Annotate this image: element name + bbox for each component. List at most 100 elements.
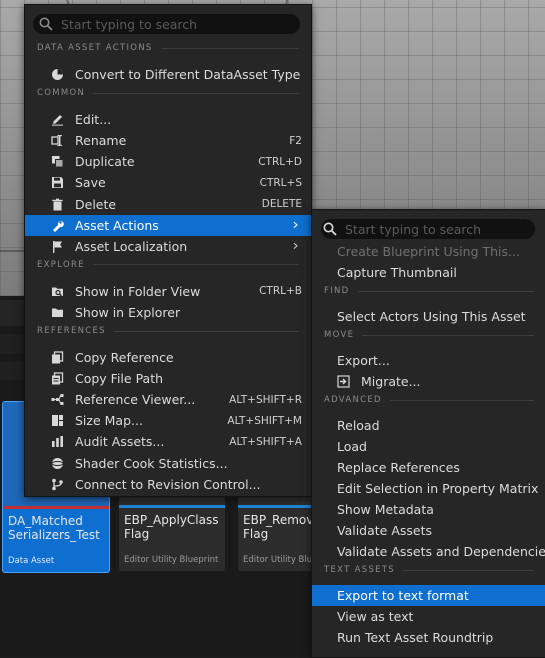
menu-item-label: Edit... [75,112,112,128]
menu-item-create-blueprint-using-this: Create Blueprint Using This... [312,241,545,262]
section-divider [92,264,299,266]
search-input[interactable] [345,221,525,237]
menu-item-label: Save [75,175,106,191]
context-menu-search[interactable] [33,14,300,34]
menu-item-label: Asset Actions [75,217,159,233]
section-header-label: REFERENCES [37,326,106,336]
menu-item-copy-file-path[interactable]: Copy File Path [25,368,311,389]
menu-item-label: Export to text format [337,588,469,603]
menu-item-duplicate[interactable]: Duplicate CTRL+D [25,151,311,172]
menu-item-label: Run Text Asset Roundtrip [337,630,494,645]
section-header: REFERENCES [25,324,311,338]
menu-item-show-in-folder-view[interactable]: Show in Folder View CTRL+B [25,281,311,302]
menu-item-replace-references[interactable]: Replace References [312,457,545,478]
section-divider [160,47,299,49]
menu-item-show-metadata[interactable]: Show Metadata [312,499,545,520]
menu-item-asset-actions[interactable]: Asset Actions [25,214,311,236]
menu-item-delete[interactable]: Delete DELETE [25,194,311,215]
menu-item-label: Reference Viewer... [75,392,196,408]
sphere-icon [51,457,64,469]
menu-item-show-in-explorer[interactable]: Show in Explorer [25,302,311,323]
copy-path-icon [52,372,64,385]
menu-item-connect-to-revision-control[interactable]: Connect to Revision Control... [25,474,311,495]
menu-item-label: Audit Assets... [75,434,165,450]
section-divider [362,334,534,336]
section-divider [403,569,534,571]
section-divider [389,399,534,401]
section-header-label: EXPLORE [37,259,85,270]
rename-icon [51,135,62,147]
menu-item-select-actors-using-this-asset[interactable]: Select Actors Using This Asset [312,306,545,327]
shortcut-label: CTRL+D [258,155,302,168]
menu-item-label: Export... [337,353,390,368]
section-header: FIND [312,284,545,298]
asset-type: Editor Utility Blueprint [124,555,219,565]
menu-item-label: View as text [337,609,414,624]
menu-item-reference-viewer[interactable]: Reference Viewer... ALT+SHIFT+R [25,389,311,410]
menu-item-label: Reload [337,418,380,433]
folder-icon [52,308,63,317]
section-header: MOVE [312,328,545,342]
shortcut-label: ALT+SHIFT+A [229,435,302,448]
menu-item-label: Rename [75,133,127,149]
menu-item-label: Copy Reference [75,350,174,365]
menu-item-label: Validate Assets [337,523,433,538]
menu-item-label: Validate Assets and Dependencies [337,544,545,559]
menu-item-copy-reference[interactable]: Copy Reference [25,347,311,368]
menu-item-shader-cook-statistics[interactable]: Shader Cook Statistics... [25,453,311,474]
menu-item-reload[interactable]: Reload [312,415,545,436]
menu-item-label: Create Blueprint Using This... [337,244,520,259]
menu-item-audit-assets[interactable]: Audit Assets... ALT+SHIFT+A [25,431,311,452]
search-input[interactable] [61,16,261,32]
branch-icon [52,478,63,490]
menu-item-run-text-asset-roundtrip[interactable]: Run Text Asset Roundtrip [312,627,545,648]
migrate-icon [337,375,350,388]
audit-icon [52,436,63,448]
pie-chart-icon [52,69,63,80]
menu-item-capture-thumbnail[interactable]: Capture Thumbnail [312,262,545,283]
asset-name: DA_Matched Serializers_Test [8,514,100,542]
menu-item-label: Edit Selection in Property Matrix [337,481,539,496]
wrench-icon [53,220,64,232]
menu-item-size-map[interactable]: Size Map... ALT+SHIFT+M [25,410,311,431]
section-divider [93,92,299,94]
asset-name: EBP_ApplyClass Flag [124,513,219,541]
menu-item-label: Show Metadata [337,502,434,517]
menu-item-rename[interactable]: Rename F2 [25,130,311,151]
submenu-search[interactable] [321,219,535,239]
menu-item-label: Convert to Different DataAsset Type [75,67,301,82]
menu-item-asset-localization[interactable]: Asset Localization [25,236,311,257]
section-header-label: TEXT ASSETS [324,565,395,575]
section-header: TEXT ASSETS [312,563,545,577]
menu-item-edit[interactable]: Edit... [25,109,311,130]
save-icon [52,177,63,189]
menu-item-export[interactable]: Export... [312,350,545,371]
menu-item-validate-assets-and-dependencies[interactable]: Validate Assets and Dependencies [312,541,545,562]
menu-item-load[interactable]: Load [312,436,545,457]
section-header: EXPLORE [25,258,311,272]
menu-item-label: Copy File Path [75,371,164,387]
section-header-label: ADVANCED [324,395,382,405]
menu-item-label: Asset Localization [75,238,188,254]
menu-item-label: Select Actors Using This Asset [337,309,526,324]
menu-item-export-to-text-format[interactable]: Export to text format [312,585,545,606]
menu-item-validate-assets[interactable]: Validate Assets [312,520,545,541]
menu-item-convert-to-different-dataasset-type[interactable]: Convert to Different DataAsset Type [25,64,311,85]
flag-icon [53,240,62,253]
search-icon [323,222,337,236]
shortcut-label: ALT+SHIFT+M [227,414,302,427]
asset-context-menu: DATA ASSET ACTIONS Convert to Different D… [24,4,312,497]
section-header-label: COMMON [37,88,86,99]
chevron-right-icon [293,242,298,249]
shortcut-label: ALT+SHIFT+R [229,393,302,406]
menu-item-save[interactable]: Save CTRL+S [25,172,311,193]
menu-item-label: Replace References [337,460,460,475]
copy-icon [52,351,64,364]
asset-type: Data Asset [8,556,55,566]
menu-item-view-as-text[interactable]: View as text [312,606,545,627]
section-header: DATA ASSET ACTIONS [25,41,311,55]
menu-item-label: Shader Cook Statistics... [75,455,228,471]
section-header-label: DATA ASSET ACTIONS [37,43,153,53]
menu-item-migrate[interactable]: Migrate... [312,371,545,392]
menu-item-edit-selection-in-property-matrix[interactable]: Edit Selection in Property Matrix [312,478,545,499]
